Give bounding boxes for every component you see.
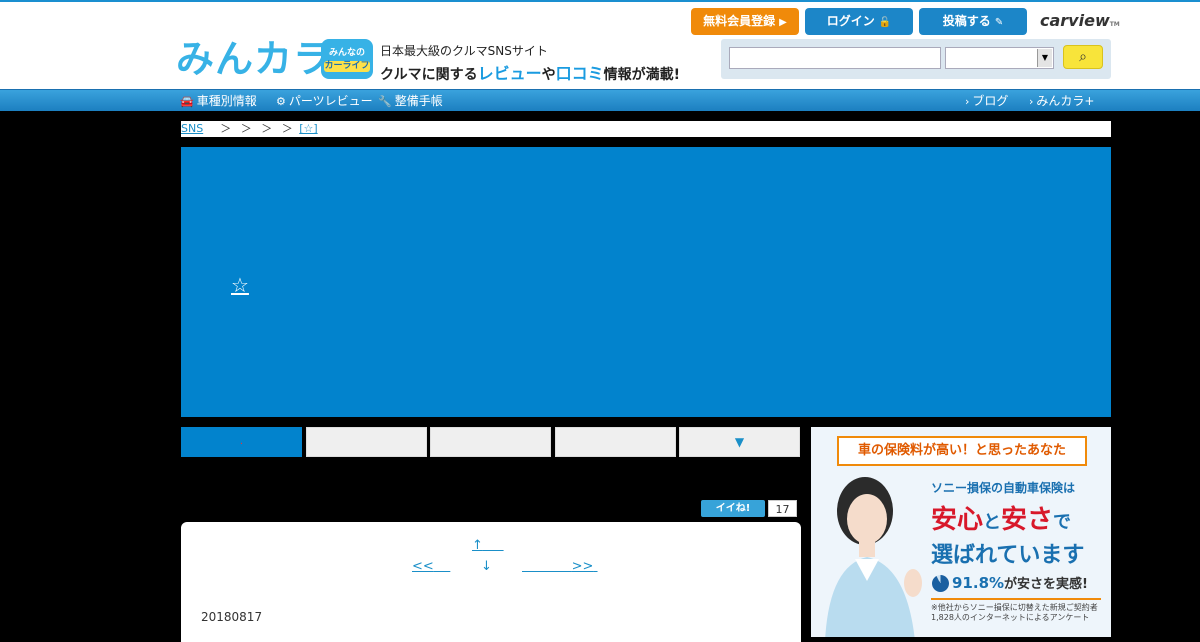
pager-prev-link[interactable]: << [412, 559, 450, 574]
nav-item-parts-review[interactable]: ⚙ パーツレビュー [276, 90, 373, 112]
breadcrumb-link-sns[interactable]: SNS [181, 122, 203, 135]
carview-logo[interactable]: carviewTM [1040, 11, 1120, 30]
nav-item-blog[interactable]: › ブログ [965, 90, 1008, 112]
profile-hero-banner: ☆ [181, 147, 1111, 417]
like-button[interactable]: イイね! [701, 500, 765, 517]
search-input[interactable] [729, 47, 941, 69]
blog-post-panel: ↑ << ↓ >> 20180817 [181, 522, 801, 642]
parts-icon: ⚙ [276, 95, 286, 108]
ad-headline: 車の保険料が高い！と思ったあなた [837, 436, 1087, 466]
search-icon: ⌕ [1079, 49, 1087, 65]
hero-star-link[interactable]: ☆ [231, 273, 249, 297]
ad-divider [931, 598, 1101, 600]
post-button[interactable]: 投稿する ✎ [919, 8, 1027, 35]
chevron-right-icon: › [965, 95, 970, 108]
tab-3[interactable] [430, 427, 551, 457]
lock-icon: 🔓 [878, 17, 892, 28]
tagline-main: 日本最大級のクルマSNSサイト [380, 44, 548, 58]
tab-1[interactable]: . [181, 427, 302, 457]
ad-line-sony: ソニー損保の自動車保険は [931, 481, 1076, 495]
minkara-logo[interactable]: みんカラTM [176, 39, 344, 90]
pager-next-link[interactable]: >> [522, 559, 598, 574]
nav-item-minkara-plus[interactable]: › みんカラ+ [1029, 90, 1094, 112]
pager-up-link[interactable]: ↑ [472, 538, 504, 553]
ad-person-image [825, 477, 922, 637]
site-header: みんカラTM みんなの カーライフ 日本最大級のクルマSNSサイト クルマに関す… [0, 2, 1200, 89]
nav-item-car-info[interactable]: 🚘 車種別情報 [180, 90, 257, 112]
ad-line-anshin: 安心と安さで [931, 505, 1072, 535]
main-nav: 🚘 車種別情報 ⚙ パーツレビュー 🔧 整備手帳 › ブログ › みんカラ+ [0, 89, 1200, 111]
register-button[interactable]: 無料会員登録 ▶ [691, 8, 799, 35]
car-life-badge: みんなの カーライフ [321, 39, 373, 79]
ad-pie-icon [932, 575, 949, 592]
search-category-select[interactable]: ▼ [945, 47, 1054, 69]
like-count: 17 [768, 500, 797, 517]
breadcrumb-current[interactable]: [☆] [299, 122, 317, 135]
tab-2[interactable] [306, 427, 427, 457]
wrench-icon: 🔧 [378, 95, 392, 108]
chevron-down-icon: ▼ [1037, 49, 1052, 67]
ad-footnote: ※他社からソニー損保に切替えた新規ご契約者 1,828人のインターネットによるア… [931, 603, 1098, 622]
search-button[interactable]: ⌕ [1063, 45, 1103, 69]
ad-line-chosen: 選ばれています [931, 543, 1085, 568]
breadcrumb: SNS ＞ ＞ ＞ ＞ [☆] [181, 121, 1111, 137]
ad-stat: 91.8%が安さを実感! [952, 574, 1088, 592]
tab-4[interactable] [555, 427, 676, 457]
login-button[interactable]: ログイン 🔓 [805, 8, 913, 35]
tab-more[interactable]: ▼ [679, 427, 800, 457]
pencil-icon: ✎ [994, 17, 1004, 28]
profile-tabs: . ▼ [181, 427, 801, 457]
search-box: ▼ ⌕ [721, 39, 1111, 79]
tagline-sub: クルマに関するレビューや口コミ情報が満載! [380, 64, 681, 83]
car-icon: 🚘 [180, 95, 194, 108]
nav-item-maintenance[interactable]: 🔧 整備手帳 [378, 90, 443, 112]
chevron-right-icon: › [1029, 95, 1034, 108]
post-date: 20180817 [201, 610, 263, 624]
pager-down-link[interactable]: ↓ [481, 559, 492, 574]
insurance-ad-banner[interactable]: 車の保険料が高い！と思ったあなた ソニー損保の自動車保険は 安心と安さで 選ばれ… [811, 427, 1111, 637]
play-icon: ▶ [779, 17, 787, 28]
